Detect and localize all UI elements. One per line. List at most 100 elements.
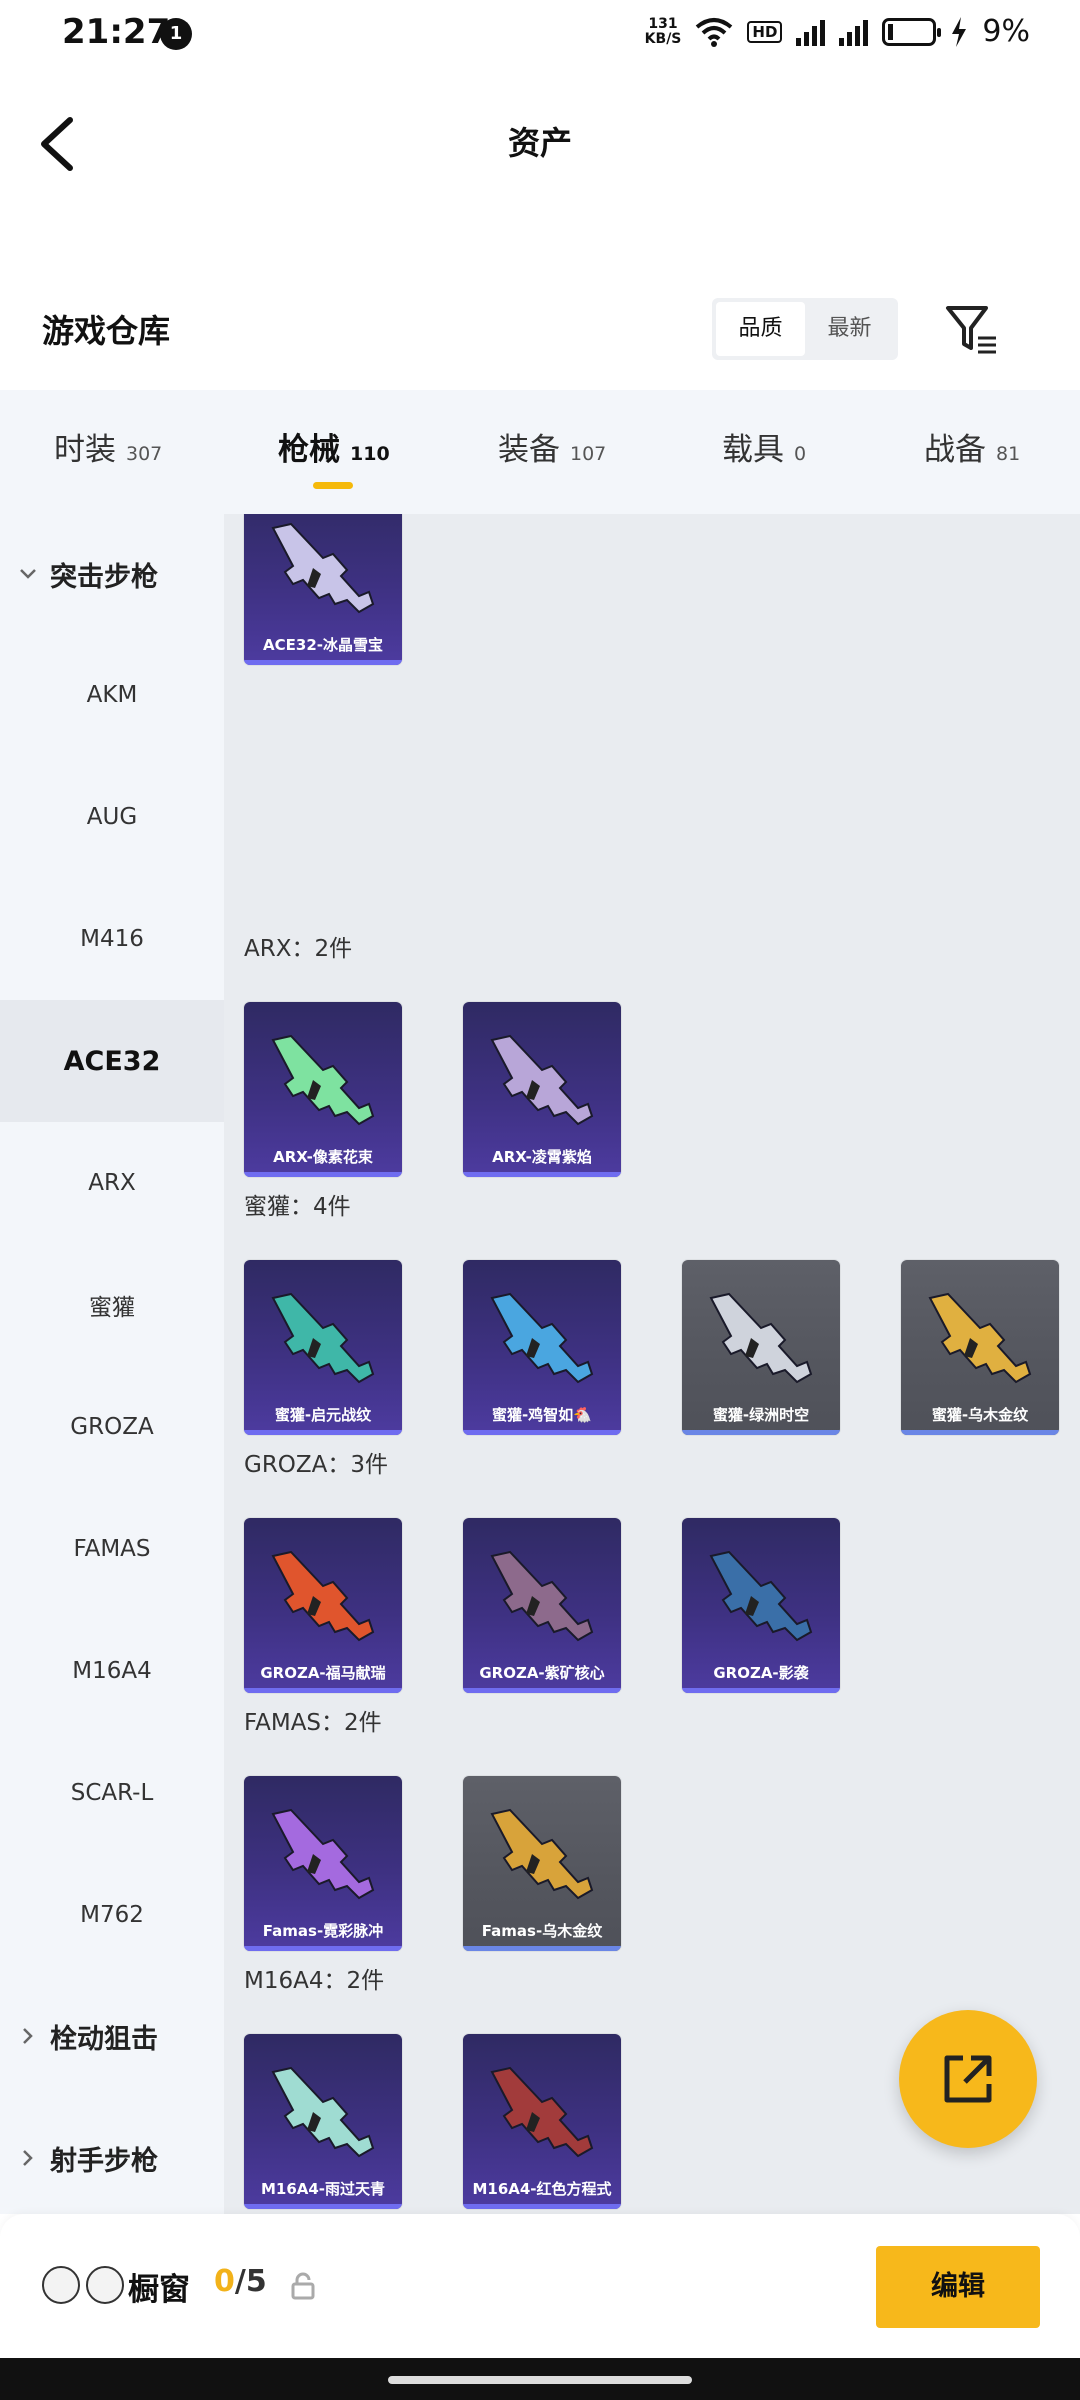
sidebar-item-honey-badger[interactable]: 蜜獾 xyxy=(0,1244,224,1366)
sidebar-item-scar-l[interactable]: SCAR-L xyxy=(0,1732,224,1854)
signal-icon-2 xyxy=(839,18,869,46)
net-speed: 131 KB/S xyxy=(644,15,682,47)
sidebar-item-akm[interactable]: AKM xyxy=(0,634,224,756)
showcase-label: 橱窗 xyxy=(128,2272,190,2308)
weapon-card-label: GROZA-福马献瑞 xyxy=(260,1664,386,1682)
weapon-card[interactable]: ACE32-冰晶雪宝 xyxy=(244,514,402,665)
sidebar-category-bolt-sniper[interactable]: 栓动狙击 xyxy=(0,1996,224,2076)
sidebar-item-m416[interactable]: M416 xyxy=(0,878,224,1000)
weapon-group-title: FAMAS：2件 xyxy=(244,1710,382,1736)
warehouse-title: 游戏仓库 xyxy=(42,312,171,350)
filter-button[interactable] xyxy=(942,300,1002,360)
weapon-skin-image xyxy=(271,1808,375,1900)
sort-latest-button[interactable]: 最新 xyxy=(805,302,894,356)
sidebar-item-m762[interactable]: M762 xyxy=(0,1854,224,1976)
weapon-card-label: M16A4-雨过天青 xyxy=(260,2180,386,2198)
weapon-card-label: Famas-乌木金纹 xyxy=(481,1922,603,1940)
wifi-icon xyxy=(696,17,733,47)
status-time: 21:27 xyxy=(62,12,171,52)
sidebar-item-famas[interactable]: FAMAS xyxy=(0,1488,224,1610)
mascot-icon xyxy=(42,2266,80,2304)
battery-icon xyxy=(882,17,942,46)
category-tabs: 时装 307 枪械 110 装备 107 载具 0 战备 81 xyxy=(0,390,1080,514)
external-link-icon xyxy=(944,2055,992,2103)
weapon-card[interactable]: M16A4-雨过天青 xyxy=(244,2034,402,2209)
showcase-count: 0/5 xyxy=(214,2264,267,2299)
bottom-bar: 橱窗 0/5 编辑 xyxy=(0,2214,1080,2358)
weapon-skin-image xyxy=(490,1034,594,1126)
weapon-skin-image xyxy=(709,1550,813,1642)
edit-button[interactable]: 编辑 xyxy=(876,2246,1040,2328)
tab-equipment[interactable]: 装备 107 xyxy=(498,424,606,469)
sort-quality-button[interactable]: 品质 xyxy=(716,302,805,356)
weapon-card[interactable]: 蜜獾-乌木金纹 xyxy=(901,1260,1059,1435)
weapon-card-label: GROZA-影袭 xyxy=(713,1664,809,1682)
sidebar-item-arx[interactable]: ARX xyxy=(0,1122,224,1244)
weapon-card-label: 蜜獾-启元战纹 xyxy=(274,1406,372,1424)
weapon-skin-image xyxy=(490,1292,594,1384)
filter-icon xyxy=(946,306,996,354)
weapon-skin-image xyxy=(271,1550,375,1642)
weapon-card[interactable]: ARX-凌霄紫焰 xyxy=(463,1002,621,1177)
sidebar-category-marksman[interactable]: 射手步枪 xyxy=(0,2118,224,2198)
status-right: 131 KB/S HD 9% xyxy=(645,14,1030,49)
weapon-skin-image xyxy=(271,522,375,614)
page-title: 资产 xyxy=(507,124,572,162)
weapon-card-label: ARX-像素花束 xyxy=(273,1148,373,1166)
chevron-right-icon xyxy=(23,2028,33,2044)
weapon-card[interactable]: M16A4-红色方程式 xyxy=(463,2034,621,2209)
weapon-group-title: GROZA：3件 xyxy=(244,1452,389,1478)
signal-icon-1 xyxy=(796,18,826,46)
weapon-card[interactable]: Famas-乌木金纹 xyxy=(463,1776,621,1951)
charging-icon xyxy=(952,16,967,47)
system-nav-bar xyxy=(0,2358,1080,2400)
weapon-group-title: 蜜獾：4件 xyxy=(244,1194,351,1220)
tab-combat-gear[interactable]: 战备 81 xyxy=(924,424,1020,469)
weapon-card[interactable]: GROZA-紫矿核心 xyxy=(463,1518,621,1693)
weapon-card-label: 蜜獾-绿洲时空 xyxy=(712,1406,810,1424)
weapon-card-label: 蜜獾-鸡智如🐔 xyxy=(492,1406,592,1424)
weapon-card-label: GROZA-紫矿核心 xyxy=(479,1664,605,1682)
weapon-skin-image xyxy=(271,2066,375,2158)
weapon-card[interactable]: ARX-像素花束 xyxy=(244,1002,402,1177)
app-header: 资产 xyxy=(0,70,1080,210)
status-bar: 21:27 1 131 KB/S HD 9% xyxy=(0,0,1080,70)
lock-icon xyxy=(291,2272,315,2300)
weapon-skin-image xyxy=(490,1550,594,1642)
weapon-skin-image xyxy=(490,1808,594,1900)
weapon-card[interactable]: Famas-霓彩脉冲 xyxy=(244,1776,402,1951)
sidebar-item-groza[interactable]: GROZA xyxy=(0,1366,224,1488)
weapon-card-label: M16A4-红色方程式 xyxy=(472,2180,612,2198)
weapon-card[interactable]: 蜜獾-绿洲时空 xyxy=(682,1260,840,1435)
weapon-grid: ACE32-冰晶雪宝 ARX：2件 ARX-像素花束 ARX-凌霄紫焰蜜獾：4件蜜獾-… xyxy=(224,514,1080,2214)
warehouse-header: 游戏仓库 品质 最新 xyxy=(0,280,1080,390)
share-fab[interactable] xyxy=(899,2010,1037,2148)
weapon-skin-image xyxy=(928,1292,1032,1384)
battery-percent: 9% xyxy=(982,14,1030,49)
tab-firearms[interactable]: 枪械 110 xyxy=(278,424,390,469)
weapon-skin-image xyxy=(709,1292,813,1384)
active-tab-indicator xyxy=(313,482,353,489)
sidebar-item-ace32[interactable]: ACE32 xyxy=(0,1000,224,1122)
tab-vehicles[interactable]: 载具 0 xyxy=(722,424,806,469)
mascot-icon xyxy=(86,2266,124,2304)
weapon-card[interactable]: 蜜獾-启元战纹 xyxy=(244,1260,402,1435)
hd-icon: HD xyxy=(747,20,783,43)
chevron-right-icon xyxy=(23,2150,33,2166)
weapon-card[interactable]: 蜜獾-鸡智如🐔 xyxy=(463,1260,621,1435)
weapon-card-label: ARX-凌霄紫焰 xyxy=(492,1148,592,1166)
chevron-down-icon xyxy=(20,569,36,579)
sidebar-category-assault-rifles[interactable]: 突击步枪 xyxy=(0,534,224,614)
weapon-skin-image xyxy=(490,2066,594,2158)
home-indicator[interactable] xyxy=(388,2376,692,2384)
sidebar-item-m16a4[interactable]: M16A4 xyxy=(0,1610,224,1732)
weapon-card[interactable]: GROZA-影袭 xyxy=(682,1518,840,1693)
weapon-group-title: M16A4：2件 xyxy=(244,1968,385,1994)
weapon-card[interactable]: GROZA-福马献瑞 xyxy=(244,1518,402,1693)
tab-fashion[interactable]: 时装 307 xyxy=(54,424,162,469)
weapon-group-title: ARX：2件 xyxy=(244,936,353,962)
sidebar-item-aug[interactable]: AUG xyxy=(0,756,224,878)
sort-toggle: 品质 最新 xyxy=(712,298,898,360)
weapon-skin-image xyxy=(271,1292,375,1384)
weapon-skin-image xyxy=(271,1034,375,1126)
